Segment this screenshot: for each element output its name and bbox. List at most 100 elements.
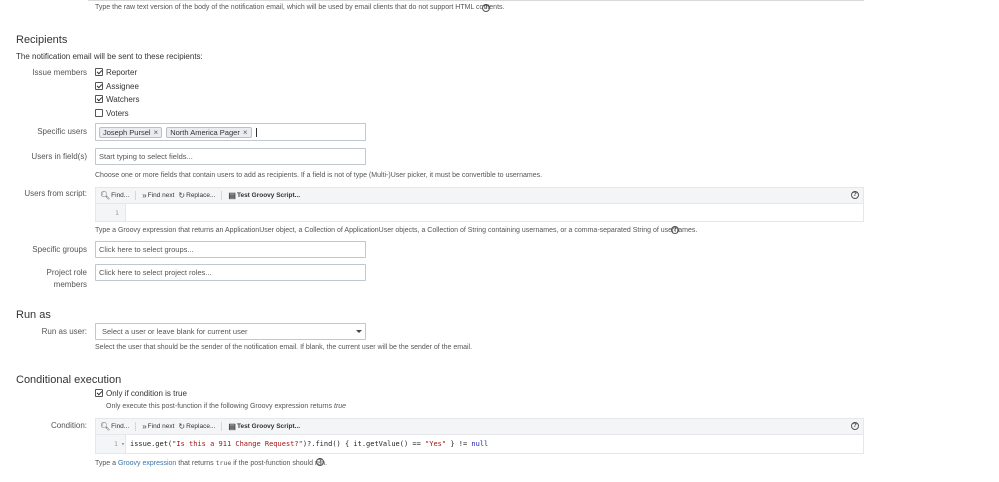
question-circle-icon[interactable]: ? bbox=[316, 458, 324, 466]
fold-arrow-icon[interactable]: ▾ bbox=[121, 440, 125, 448]
chart-icon: ▤ bbox=[228, 422, 236, 431]
users-from-script-label: Users from script: bbox=[24, 189, 87, 198]
find-button-label: Find... bbox=[111, 423, 130, 430]
user-chip-label: Joseph Pursel bbox=[103, 127, 151, 137]
project-roles-input[interactable]: Click here to select project roles... bbox=[95, 264, 366, 281]
recipients-heading: Recipients bbox=[16, 34, 68, 46]
text-cursor bbox=[255, 127, 257, 137]
question-circle-icon[interactable]: ? bbox=[482, 4, 490, 12]
only-if-condition-label: Only if condition is true bbox=[106, 389, 187, 398]
run-as-user-label: Run as user: bbox=[41, 327, 87, 336]
run-as-user-select-value: Select a user or leave blank for current… bbox=[102, 327, 248, 336]
users-in-fields-input[interactable]: Start typing to select fields... bbox=[95, 148, 366, 165]
run-as-description: Select the user that should be the sende… bbox=[95, 344, 473, 351]
code-string: "Yes" bbox=[425, 440, 447, 448]
specific-users-label: Specific users bbox=[37, 127, 87, 136]
reporter-label: Reporter bbox=[106, 68, 138, 77]
condition-code-editor[interactable]: 1 ▾ issue.get("Is this a 911 Change Requ… bbox=[95, 435, 864, 454]
users-script-editor[interactable]: 1 bbox=[95, 204, 864, 222]
conditional-execution-heading: Conditional execution bbox=[16, 374, 122, 386]
test-groovy-script-button[interactable]: ▤ Test Groovy Script... bbox=[221, 422, 300, 431]
run-as-heading: Run as bbox=[16, 309, 51, 321]
watchers-label: Watchers bbox=[106, 95, 140, 104]
line-gutter: 1 bbox=[96, 204, 126, 221]
replace-button[interactable]: ↻ Replace... bbox=[178, 191, 215, 200]
only-if-desc-text: Only execute this post-function if the f… bbox=[106, 403, 334, 410]
find-next-button[interactable]: » Find next bbox=[135, 191, 174, 200]
body-text-description: Type the raw text version of the body of… bbox=[95, 4, 504, 11]
condition-desc-text: Type a bbox=[95, 460, 118, 467]
recipients-intro: The notification email will be sent to t… bbox=[16, 52, 203, 61]
issue-members-label: Issue members bbox=[32, 68, 87, 77]
assignee-checkbox[interactable] bbox=[95, 82, 103, 90]
project-roles-placeholder: Click here to select project roles... bbox=[99, 268, 212, 277]
groovy-expression-link[interactable]: Groovy expression bbox=[118, 460, 176, 467]
chart-icon: ▤ bbox=[228, 191, 236, 200]
condition-desc-code: true bbox=[215, 459, 232, 467]
find-next-button-label: Find next bbox=[147, 423, 175, 430]
run-as-user-select[interactable]: Select a user or leave blank for current… bbox=[95, 323, 366, 340]
script-editor-toolbar: 🔍︎ Find... » Find next ↻ Replace... ▤ Test G… bbox=[95, 187, 864, 204]
replace-icon: ↻ bbox=[178, 191, 186, 200]
chevron-down-icon bbox=[356, 330, 362, 333]
find-button[interactable]: 🔍︎ Find... bbox=[100, 191, 129, 200]
replace-button-label: Replace... bbox=[186, 192, 216, 199]
users-script-description: Type a Groovy expression that returns an… bbox=[95, 227, 698, 234]
line-number: 1 bbox=[115, 209, 119, 217]
body-text-description-text: Type the raw text version of the body of… bbox=[95, 4, 505, 11]
user-chip[interactable]: Joseph Pursel × bbox=[99, 126, 163, 138]
reporter-checkbox[interactable] bbox=[95, 68, 103, 76]
remove-icon[interactable]: × bbox=[154, 128, 159, 137]
find-button[interactable]: 🔍︎ Find... bbox=[100, 422, 129, 431]
specific-groups-input[interactable]: Click here to select groups... bbox=[95, 241, 366, 258]
question-circle-icon[interactable]: ? bbox=[851, 422, 859, 430]
specific-groups-placeholder: Click here to select groups... bbox=[99, 245, 194, 254]
test-groovy-script-button-label: Test Groovy Script... bbox=[236, 423, 301, 430]
users-in-fields-placeholder: Start typing to select fields... bbox=[99, 152, 193, 161]
replace-button-label: Replace... bbox=[186, 423, 216, 430]
user-chip[interactable]: North America Pager × bbox=[166, 126, 252, 138]
user-chip-label: North America Pager bbox=[170, 127, 240, 137]
line-number: 1 bbox=[114, 440, 118, 448]
users-in-fields-label: Users in field(s) bbox=[31, 152, 87, 161]
voters-label: Voters bbox=[106, 109, 129, 118]
code-token: } != bbox=[446, 440, 472, 448]
code-token: )?.find() { it.getValue() == bbox=[302, 440, 426, 448]
assignee-label: Assignee bbox=[106, 82, 139, 91]
condition-desc-text: if the post-function should run. bbox=[231, 460, 328, 467]
specific-groups-label: Specific groups bbox=[32, 245, 87, 254]
project-role-label-line2: members bbox=[53, 280, 87, 289]
replace-button[interactable]: ↻ Replace... bbox=[178, 422, 215, 431]
specific-users-input[interactable]: Joseph Pursel × North America Pager × bbox=[95, 123, 366, 141]
watchers-checkbox[interactable] bbox=[95, 95, 103, 103]
test-groovy-script-button[interactable]: ▤ Test Groovy Script... bbox=[221, 191, 300, 200]
line-gutter: 1 ▾ bbox=[96, 435, 126, 453]
only-if-condition-checkbox[interactable] bbox=[95, 389, 103, 397]
project-role-label: Project role members bbox=[16, 268, 87, 289]
double-chevron-icon: » bbox=[142, 191, 147, 200]
top-divider bbox=[88, 0, 864, 1]
code-token: issue.get( bbox=[130, 440, 173, 448]
search-icon: 🔍︎ bbox=[100, 191, 111, 200]
double-chevron-icon: » bbox=[142, 422, 147, 431]
condition-label: Condition: bbox=[50, 421, 87, 430]
voters-checkbox[interactable] bbox=[95, 109, 103, 117]
only-if-desc-italic: true bbox=[334, 403, 347, 410]
condition-description: Type a Groovy expression that returns tr… bbox=[95, 459, 327, 467]
find-button-label: Find... bbox=[111, 192, 130, 199]
remove-icon[interactable]: × bbox=[243, 128, 248, 137]
test-groovy-script-button-label: Test Groovy Script... bbox=[236, 192, 301, 199]
search-icon: 🔍︎ bbox=[100, 422, 111, 431]
users-in-fields-description: Choose one or more fields that contain u… bbox=[95, 172, 543, 179]
find-next-button-label: Find next bbox=[147, 192, 175, 199]
replace-icon: ↻ bbox=[178, 422, 186, 431]
condition-desc-text: that returns bbox=[176, 460, 216, 467]
condition-editor-toolbar: 🔍︎ Find... » Find next ↻ Replace... ▤ Test G… bbox=[95, 418, 864, 435]
only-if-condition-description: Only execute this post-function if the f… bbox=[106, 403, 346, 410]
question-circle-icon[interactable]: ? bbox=[851, 191, 859, 199]
code-keyword: null bbox=[471, 440, 489, 448]
question-circle-icon[interactable]: ? bbox=[671, 226, 679, 234]
code-string: "Is this a 911 Change Request?" bbox=[172, 440, 303, 448]
find-next-button[interactable]: » Find next bbox=[135, 422, 174, 431]
condition-code-line: issue.get("Is this a 911 Change Request?… bbox=[130, 440, 488, 448]
